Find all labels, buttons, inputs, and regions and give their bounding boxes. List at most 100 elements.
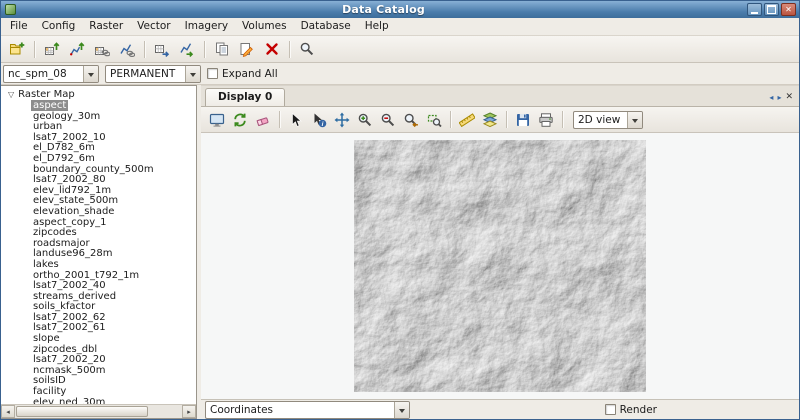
raster-export-button[interactable]: [150, 38, 174, 61]
tree-item-label: facility: [31, 386, 68, 397]
tree-item-label: el_D782_6m: [31, 142, 97, 153]
menu-file[interactable]: File: [3, 18, 35, 35]
zoom-extent-icon: [426, 112, 442, 128]
tree-item-el_D792_6m[interactable]: el_D792_6m: [1, 154, 196, 165]
vector-link-icon: [119, 41, 135, 57]
menu-config[interactable]: Config: [35, 18, 83, 35]
render-map-icon: [232, 112, 248, 128]
copy-map-button[interactable]: [210, 38, 234, 61]
zoom-out-button[interactable]: [377, 109, 399, 131]
minimize-button[interactable]: [747, 3, 762, 16]
overlay-button[interactable]: [479, 109, 501, 131]
scrollbar-track[interactable]: [16, 406, 181, 417]
toolbar-separator: [289, 41, 290, 58]
print-button[interactable]: [535, 109, 557, 131]
chevron-down-icon[interactable]: [83, 66, 98, 82]
menu-help[interactable]: Help: [358, 18, 396, 35]
pointer-button[interactable]: [285, 109, 307, 131]
mapset-combo[interactable]: PERMANENT: [105, 65, 201, 83]
raster-link-button[interactable]: [90, 38, 114, 61]
location-bar: nc_spm_08 PERMANENT Expand All: [1, 63, 799, 85]
tab-scroll-right-icon[interactable]: ▸: [777, 94, 781, 102]
toolbar-separator: [562, 111, 563, 128]
tab-scroll-left-icon[interactable]: ◂: [769, 94, 773, 102]
toolbar-separator: [204, 41, 205, 58]
expander-open-icon[interactable]: [8, 89, 14, 100]
save-display-button[interactable]: [512, 109, 534, 131]
close-button[interactable]: [781, 3, 796, 16]
tree-item-label: aspect: [31, 100, 68, 111]
tree-item-label: soils_kfactor: [31, 301, 97, 312]
menu-raster[interactable]: Raster: [82, 18, 130, 35]
map-display-area[interactable]: [201, 133, 799, 399]
tab-label: Display 0: [218, 91, 272, 103]
render-checkbox[interactable]: Render: [605, 404, 657, 416]
catalog-tree-panel: Raster Map aspectgeology_30murbanlsat7_2…: [1, 85, 197, 419]
tree-item-label: elev_state_500m: [31, 195, 120, 206]
map-display-toolbar: i 2D view: [201, 107, 799, 133]
new-grassdb-button[interactable]: [5, 38, 29, 61]
render-map-button[interactable]: [229, 109, 251, 131]
pointer-icon: [288, 112, 304, 128]
chevron-down-icon[interactable]: [394, 402, 409, 418]
tree-item-label: ortho_2001_t792_1m: [31, 270, 141, 281]
erase-display-icon: [255, 112, 271, 128]
scrollbar-thumb[interactable]: [16, 406, 148, 417]
toolbar-separator: [34, 41, 35, 58]
menu-vector[interactable]: Vector: [130, 18, 177, 35]
expand-all-label: Expand All: [222, 68, 278, 80]
raster-map-tree: Raster Map aspectgeology_30murbanlsat7_2…: [1, 86, 196, 404]
vector-export-button[interactable]: [175, 38, 199, 61]
zoom-in-button[interactable]: [354, 109, 376, 131]
delete-map-button[interactable]: [260, 38, 284, 61]
raster-link-icon: [94, 41, 110, 57]
tree-item-label: soilsID: [31, 375, 68, 386]
expand-all-checkbox[interactable]: Expand All: [207, 68, 278, 80]
tree-item-aspect[interactable]: aspect: [1, 101, 196, 112]
tree-item-lakes[interactable]: lakes: [1, 260, 196, 271]
import-vector-button[interactable]: [65, 38, 89, 61]
tree-item-label: lsat7_2002_20: [31, 354, 108, 365]
tree-item-label: landuse96_28m: [31, 248, 114, 259]
overlay-icon: [482, 112, 498, 128]
tab-display-0[interactable]: Display 0: [205, 88, 285, 106]
menu-database[interactable]: Database: [294, 18, 358, 35]
titlebar[interactable]: Data Catalog: [1, 1, 799, 18]
pan-icon: [334, 112, 350, 128]
location-combo[interactable]: nc_spm_08: [3, 65, 99, 83]
import-raster-button[interactable]: [40, 38, 64, 61]
pan-button[interactable]: [331, 109, 353, 131]
view-mode-combo[interactable]: 2D view: [573, 111, 643, 129]
zoom-out-icon: [380, 112, 396, 128]
rename-map-button[interactable]: [235, 38, 259, 61]
tree-item-elevation_shade[interactable]: elevation_shade: [1, 207, 196, 218]
maximize-button[interactable]: [764, 3, 779, 16]
chevron-down-icon[interactable]: [627, 112, 642, 128]
display-map-button[interactable]: [206, 109, 228, 131]
window-buttons: [747, 3, 796, 16]
zoom-back-button[interactable]: [400, 109, 422, 131]
import-vector-icon: [69, 41, 85, 57]
tree-item-label: lsat7_2002_10: [31, 132, 108, 143]
print-icon: [538, 112, 554, 128]
measure-button[interactable]: [456, 109, 478, 131]
tree-item-label: lsat7_2002_61: [31, 322, 108, 333]
menu-imagery[interactable]: Imagery: [178, 18, 235, 35]
checkbox-icon[interactable]: [605, 404, 616, 415]
tree-item-label: lsat7_2002_62: [31, 312, 108, 323]
chevron-down-icon[interactable]: [185, 66, 200, 82]
menu-volumes[interactable]: Volumes: [235, 18, 294, 35]
erase-display-button[interactable]: [252, 109, 274, 131]
tab-close-icon[interactable]: ✕: [785, 93, 793, 102]
measure-icon: [459, 112, 475, 128]
scroll-right-button[interactable]: [182, 405, 196, 418]
statusbar-mode-combo[interactable]: Coordinates: [205, 401, 410, 419]
zoom-extent-button[interactable]: [423, 109, 445, 131]
vector-link-button[interactable]: [115, 38, 139, 61]
tree-hscrollbar[interactable]: [1, 404, 196, 418]
scroll-left-button[interactable]: [1, 405, 15, 418]
location-value: nc_spm_08: [4, 68, 83, 80]
checkbox-icon[interactable]: [207, 68, 218, 79]
search-button[interactable]: [295, 38, 319, 61]
query-button[interactable]: i: [308, 109, 330, 131]
